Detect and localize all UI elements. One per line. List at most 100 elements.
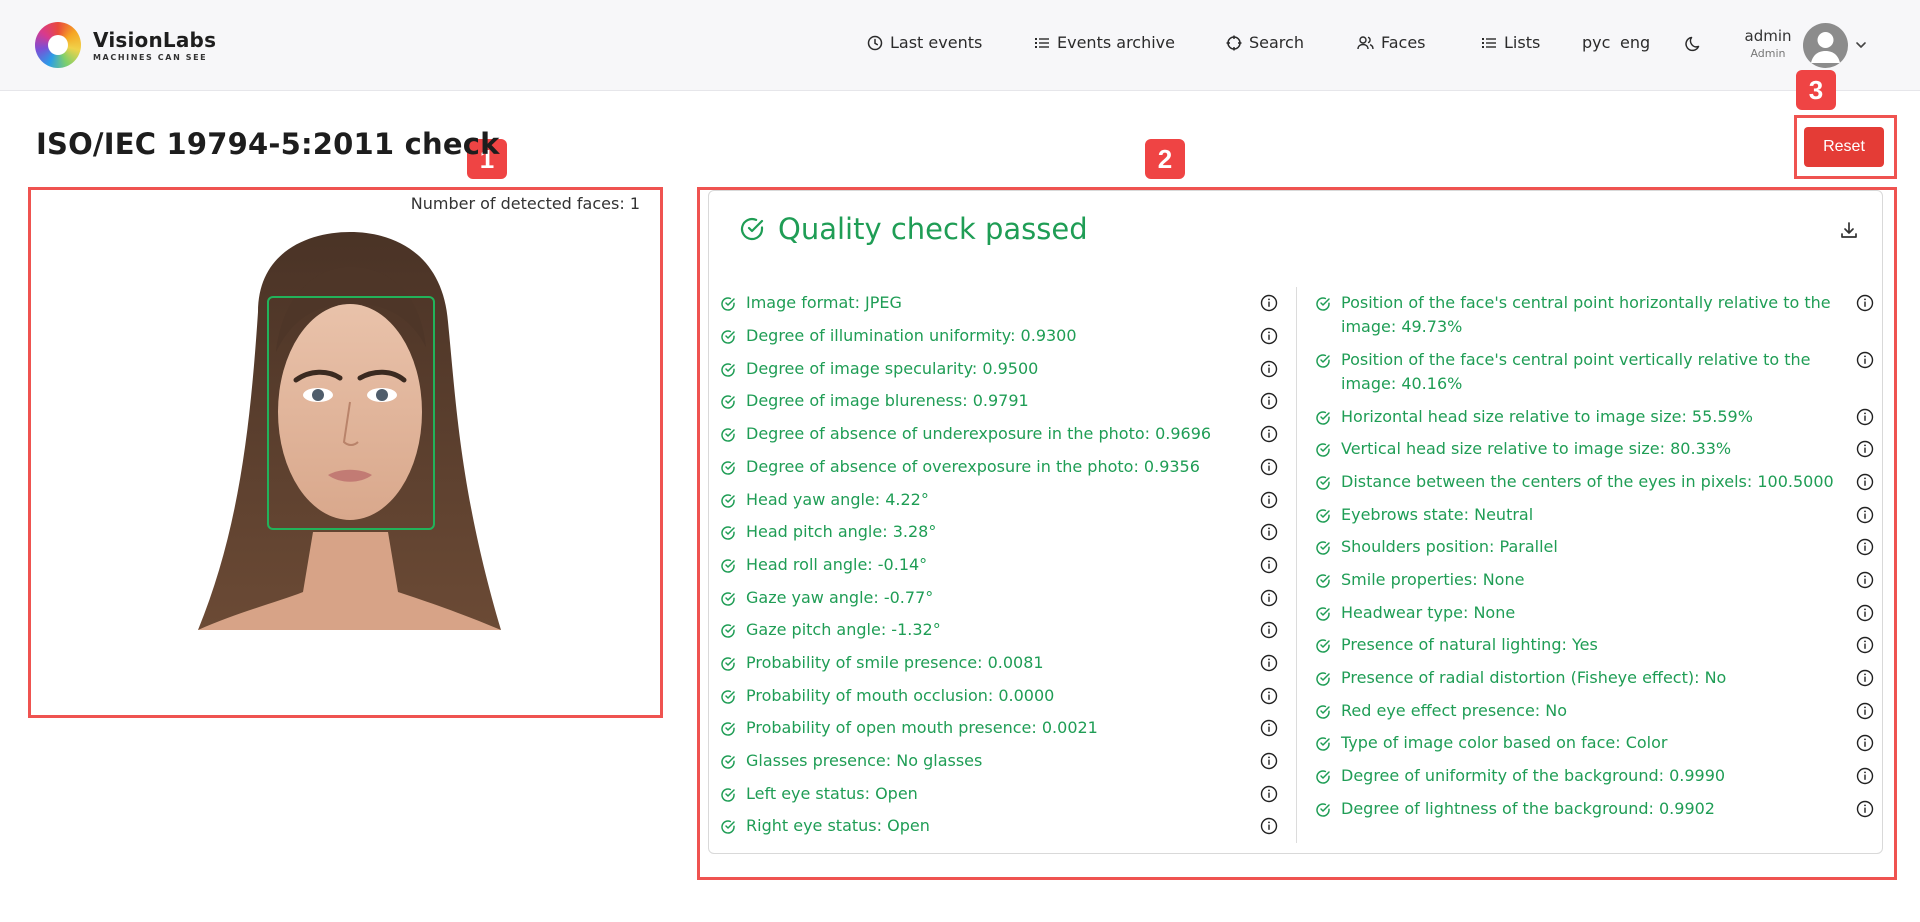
avatar[interactable] bbox=[1803, 23, 1848, 68]
check-icon bbox=[1315, 352, 1331, 376]
check-item-text: Red eye effect presence: No bbox=[1341, 701, 1568, 720]
check-item-text: Degree of absence of underexposure in th… bbox=[746, 424, 1212, 443]
check-item: Probability of smile presence: 0.0081 bbox=[720, 651, 1044, 679]
check-item: Horizontal head size relative to image s… bbox=[1315, 405, 1753, 433]
info-icon[interactable] bbox=[1856, 800, 1874, 822]
info-icon[interactable] bbox=[1856, 351, 1874, 373]
check-icon bbox=[720, 393, 736, 417]
nav-last-events[interactable]: Last events bbox=[867, 33, 982, 52]
info-icon[interactable] bbox=[1260, 523, 1278, 545]
nav-faces[interactable]: Faces bbox=[1357, 33, 1426, 52]
user-role: Admin bbox=[1750, 47, 1786, 60]
info-icon[interactable] bbox=[1260, 752, 1278, 774]
info-icon[interactable] bbox=[1856, 767, 1874, 789]
check-item-text: Degree of illumination uniformity: 0.930… bbox=[746, 326, 1077, 345]
info-icon[interactable] bbox=[1856, 604, 1874, 626]
check-item-text: Right eye status: Open bbox=[746, 816, 930, 835]
info-icon[interactable] bbox=[1260, 687, 1278, 709]
check-item: Degree of absence of underexposure in th… bbox=[720, 422, 1211, 450]
check-item: Smile properties: None bbox=[1315, 568, 1524, 596]
check-icon bbox=[720, 557, 736, 581]
check-icon bbox=[720, 295, 736, 319]
check-item-text: Head pitch angle: 3.28° bbox=[746, 522, 937, 541]
check-item-text: Glasses presence: No glasses bbox=[746, 751, 983, 770]
check-icon bbox=[1315, 637, 1331, 661]
info-icon[interactable] bbox=[1260, 392, 1278, 414]
nav-search[interactable]: Search bbox=[1226, 33, 1304, 52]
check-item-text: Probability of mouth occlusion: 0.0000 bbox=[746, 686, 1055, 705]
reset-button[interactable]: Reset bbox=[1804, 127, 1884, 167]
check-item: Type of image color based on face: Color bbox=[1315, 731, 1667, 759]
lang-en-button[interactable]: eng bbox=[1620, 33, 1650, 52]
brand-name: VisionLabs bbox=[93, 28, 217, 52]
check-item: Head roll angle: -0.14° bbox=[720, 553, 927, 581]
check-item: Gaze yaw angle: -0.77° bbox=[720, 586, 933, 614]
moon-icon[interactable] bbox=[1685, 35, 1703, 53]
check-icon bbox=[1315, 474, 1331, 498]
download-icon[interactable] bbox=[1839, 220, 1859, 240]
check-item: Distance between the centers of the eyes… bbox=[1315, 470, 1834, 498]
lang-ru-button[interactable]: рус bbox=[1582, 33, 1610, 52]
check-item-text: Presence of radial distortion (Fisheye e… bbox=[1341, 668, 1727, 687]
info-icon[interactable] bbox=[1856, 571, 1874, 593]
clock-icon bbox=[867, 35, 883, 50]
check-icon bbox=[1315, 801, 1331, 825]
check-item: Degree of illumination uniformity: 0.930… bbox=[720, 324, 1077, 352]
info-icon[interactable] bbox=[1856, 408, 1874, 430]
info-icon[interactable] bbox=[1260, 491, 1278, 513]
check-item-text: Degree of lightness of the background: 0… bbox=[1341, 799, 1715, 818]
info-icon[interactable] bbox=[1856, 734, 1874, 756]
info-icon[interactable] bbox=[1260, 556, 1278, 578]
nav-events-archive[interactable]: Events archive bbox=[1034, 33, 1175, 52]
check-item: Vertical head size relative to image siz… bbox=[1315, 437, 1731, 465]
info-icon[interactable] bbox=[1856, 506, 1874, 528]
annotation-badge-2: 2 bbox=[1145, 139, 1185, 179]
nav-lists[interactable]: Lists bbox=[1481, 33, 1540, 52]
check-item-text: Image format: JPEG bbox=[746, 293, 902, 312]
info-icon[interactable] bbox=[1856, 702, 1874, 724]
check-icon bbox=[720, 328, 736, 352]
check-item: Head yaw angle: 4.22° bbox=[720, 488, 929, 516]
check-circle-icon bbox=[740, 217, 764, 241]
check-item-text: Gaze yaw angle: -0.77° bbox=[746, 588, 934, 607]
check-item-text: Head roll angle: -0.14° bbox=[746, 555, 928, 574]
check-item: Eyebrows state: Neutral bbox=[1315, 503, 1533, 531]
logo[interactable]: VisionLabs MACHINES CAN SEE bbox=[35, 22, 216, 68]
check-item: Degree of absence of overexposure in the… bbox=[720, 455, 1200, 483]
chevron-down-icon[interactable] bbox=[1854, 38, 1868, 52]
info-icon[interactable] bbox=[1856, 636, 1874, 658]
info-icon[interactable] bbox=[1260, 621, 1278, 643]
check-icon bbox=[720, 361, 736, 385]
info-icon[interactable] bbox=[1260, 785, 1278, 807]
check-icon bbox=[720, 786, 736, 810]
target-icon bbox=[1226, 35, 1242, 50]
info-icon[interactable] bbox=[1856, 440, 1874, 462]
check-item: Position of the face's central point ver… bbox=[1315, 348, 1831, 396]
check-icon bbox=[1315, 409, 1331, 433]
check-item: Head pitch angle: 3.28° bbox=[720, 520, 936, 548]
info-icon[interactable] bbox=[1260, 425, 1278, 447]
info-icon[interactable] bbox=[1260, 294, 1278, 316]
info-icon[interactable] bbox=[1260, 458, 1278, 480]
annotation-badge-3: 3 bbox=[1796, 70, 1836, 110]
info-icon[interactable] bbox=[1856, 538, 1874, 560]
info-icon[interactable] bbox=[1260, 589, 1278, 611]
list-icon bbox=[1482, 37, 1496, 48]
info-icon[interactable] bbox=[1856, 669, 1874, 691]
info-icon[interactable] bbox=[1260, 327, 1278, 349]
check-item-text: Smile properties: None bbox=[1341, 570, 1525, 589]
check-icon bbox=[1315, 572, 1331, 596]
info-icon[interactable] bbox=[1260, 654, 1278, 676]
info-icon[interactable] bbox=[1260, 719, 1278, 741]
check-item-text: Head yaw angle: 4.22° bbox=[746, 490, 929, 509]
check-item-text: Position of the face's central point ver… bbox=[1341, 350, 1811, 393]
check-icon bbox=[1315, 768, 1331, 792]
info-icon[interactable] bbox=[1856, 294, 1874, 316]
info-icon[interactable] bbox=[1260, 360, 1278, 382]
info-icon[interactable] bbox=[1260, 817, 1278, 839]
check-item-text: Eyebrows state: Neutral bbox=[1341, 505, 1534, 524]
check-item: Degree of lightness of the background: 0… bbox=[1315, 797, 1715, 825]
nav-label: Last events bbox=[890, 33, 983, 52]
info-icon[interactable] bbox=[1856, 473, 1874, 495]
check-icon bbox=[1315, 507, 1331, 531]
